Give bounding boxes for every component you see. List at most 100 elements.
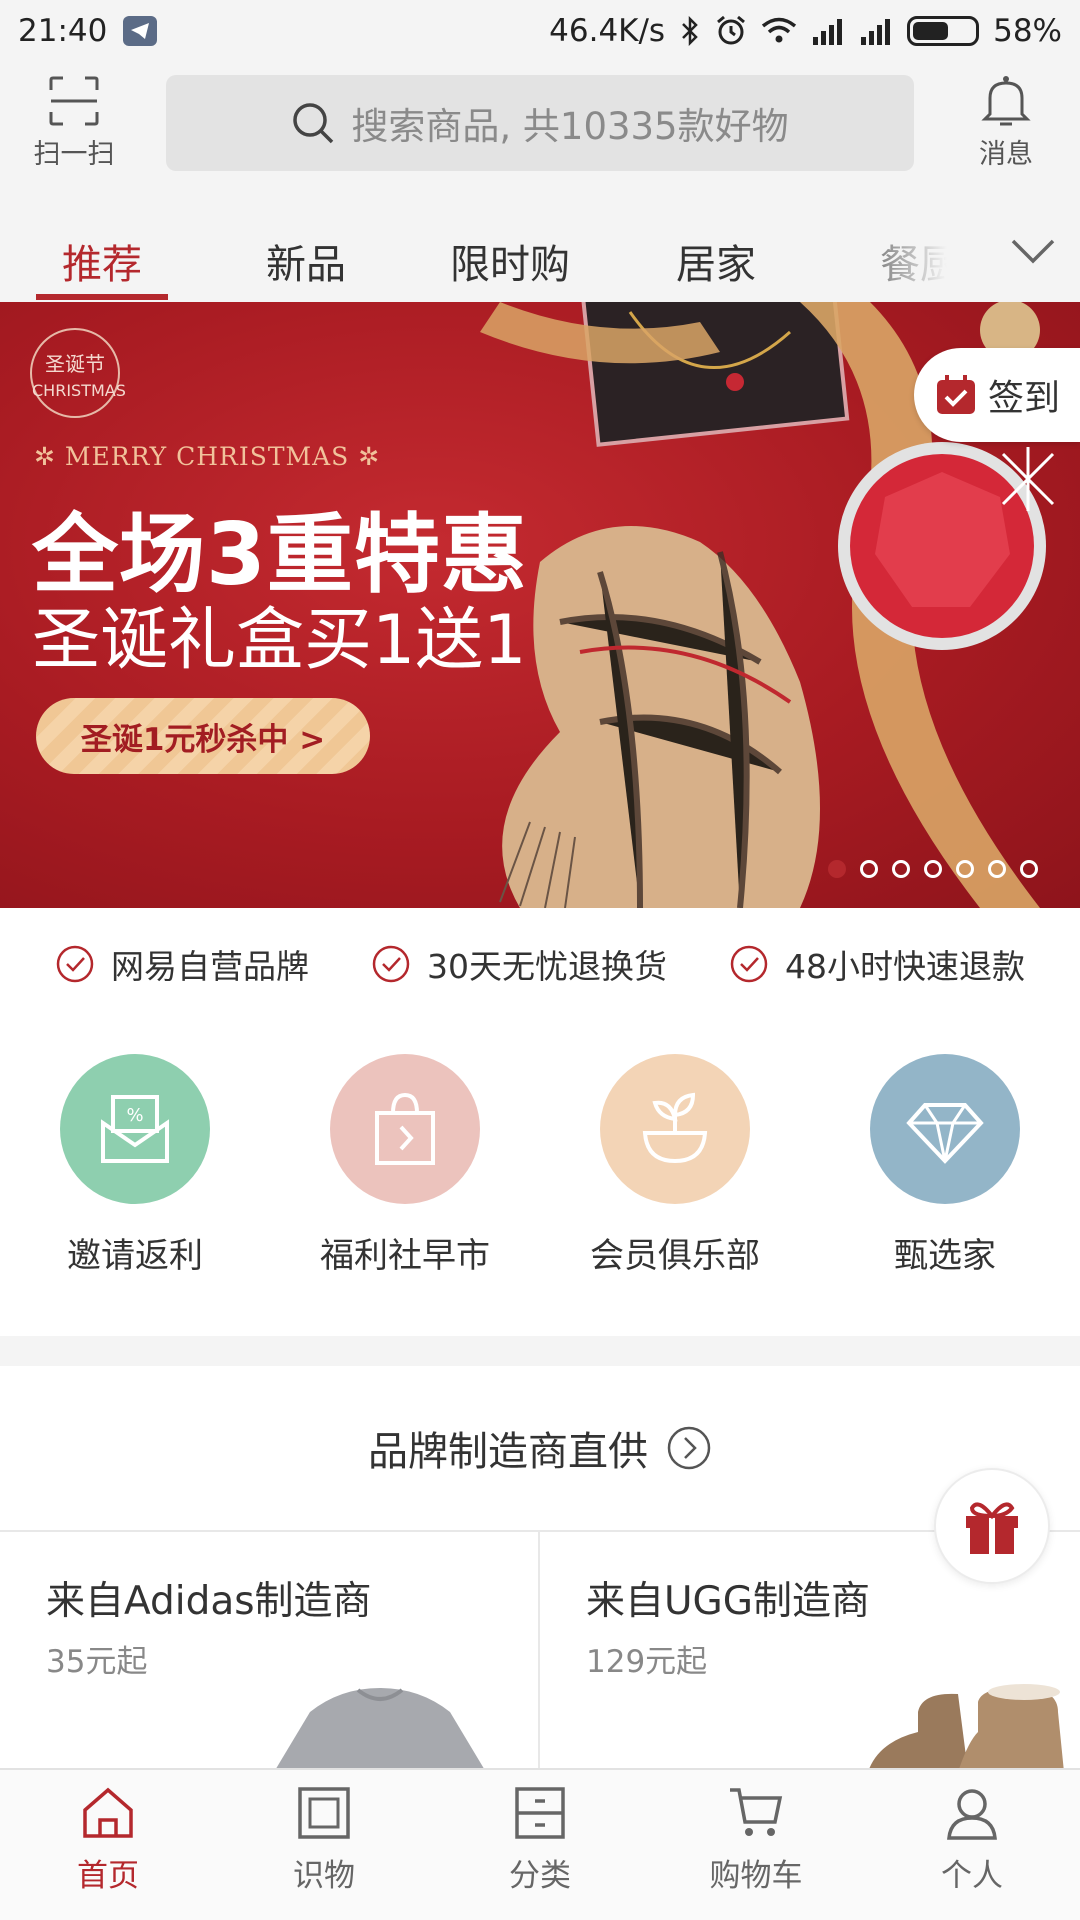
gift-icon bbox=[966, 1502, 1018, 1554]
shortcut-label: 福利社早市 bbox=[320, 1236, 490, 1276]
nav-label: 识物 bbox=[293, 1858, 355, 1894]
brand-cards: 来自Adidas制造商 35元起 来自UGG制造商 129元起 bbox=[0, 1532, 1080, 1768]
brand-card-adidas[interactable]: 来自Adidas制造商 35元起 bbox=[0, 1532, 540, 1768]
diamond-icon bbox=[870, 1054, 1020, 1204]
home-icon bbox=[83, 1787, 133, 1838]
carousel-dot[interactable] bbox=[860, 860, 878, 878]
banner-subheadline: 圣诞礼盒买1送1 bbox=[32, 601, 527, 680]
shortcut-grid: % 邀请返利 福利社早市 会员俱乐部 甄选家 bbox=[0, 1020, 1080, 1336]
shirt-image bbox=[276, 1688, 484, 1768]
promise-item: 30天无忧退换货 bbox=[371, 940, 667, 988]
shortcut-curator[interactable]: 甄选家 bbox=[835, 1054, 1055, 1277]
messages-button[interactable]: 消息 bbox=[958, 74, 1054, 171]
nav-cart[interactable]: 购物车 bbox=[648, 1770, 864, 1920]
tab-fade bbox=[870, 202, 980, 302]
signal-icon bbox=[861, 19, 891, 45]
section-divider bbox=[0, 1336, 1080, 1366]
bottom-nav: 首页 识物 分类 购物车 个人 bbox=[0, 1768, 1080, 1920]
tab-recommend[interactable]: 推荐 bbox=[62, 232, 142, 290]
badge-en: CHRISTMAS bbox=[32, 381, 126, 400]
active-tab-indicator bbox=[36, 294, 168, 300]
search-bar[interactable]: 搜索商品, 共10335款好物 bbox=[166, 75, 914, 171]
nav-label: 购物车 bbox=[709, 1858, 803, 1894]
check-circle-icon bbox=[372, 945, 410, 983]
shopping-bag-icon bbox=[330, 1054, 480, 1204]
promise-item: 48小时快速退款 bbox=[729, 940, 1025, 988]
nav-label: 首页 bbox=[77, 1858, 139, 1894]
category-drawer-icon bbox=[515, 1787, 565, 1839]
carousel-dot[interactable] bbox=[828, 860, 846, 878]
boots-image bbox=[869, 1684, 1064, 1768]
carousel-dot[interactable] bbox=[988, 860, 1006, 878]
promise-text: 48小时快速退款 bbox=[785, 947, 1025, 986]
network-speed: 46.4K/s bbox=[549, 13, 666, 49]
scan-button[interactable]: 扫一扫 bbox=[24, 74, 124, 171]
service-promises: 网易自营品牌 30天无忧退换货 48小时快速退款 bbox=[0, 908, 1080, 1020]
brand-section-title: 品牌制造商直供 bbox=[368, 1429, 648, 1475]
shortcut-welfare-market[interactable]: 福利社早市 bbox=[295, 1054, 515, 1277]
scan-label: 扫一扫 bbox=[33, 139, 115, 170]
promise-text: 网易自营品牌 bbox=[111, 947, 309, 986]
battery-percentage: 58% bbox=[993, 13, 1062, 49]
nav-category[interactable]: 分类 bbox=[432, 1770, 648, 1920]
promo-banner[interactable]: 圣诞节 CHRISTMAS ✲ MERRY CHRISTMAS ✲ 全场3重特惠… bbox=[0, 302, 1080, 908]
promise-item: 网易自营品牌 bbox=[55, 940, 309, 988]
signal-icon bbox=[813, 19, 843, 45]
shortcut-label: 邀请返利 bbox=[67, 1236, 203, 1276]
scan-icon bbox=[49, 76, 99, 126]
christmas-badge: 圣诞节 CHRISTMAS bbox=[30, 328, 126, 418]
check-circle-icon bbox=[56, 945, 94, 983]
calendar-check-icon bbox=[936, 375, 975, 414]
brand-card-title: 来自Adidas制造商 bbox=[46, 1579, 372, 1624]
banner-cta-button[interactable]: 圣诞1元秒杀中 > bbox=[36, 698, 370, 774]
chevron-right-circle-icon bbox=[667, 1426, 711, 1470]
eyebrow-text: MERRY CHRISTMAS bbox=[64, 442, 350, 471]
nav-profile[interactable]: 个人 bbox=[864, 1770, 1080, 1920]
cart-icon bbox=[730, 1788, 783, 1836]
person-icon bbox=[947, 1789, 997, 1840]
search-icon bbox=[293, 103, 334, 144]
shortcut-invite-rebate[interactable]: % 邀请返利 bbox=[25, 1054, 245, 1277]
gift-button[interactable] bbox=[934, 1468, 1050, 1584]
category-tabs: 推荐 新品 限时购 居家 餐厨 bbox=[0, 202, 1080, 302]
nav-label: 分类 bbox=[509, 1858, 571, 1894]
wifi-icon bbox=[761, 17, 797, 43]
status-bar: 21:40 46.4K/s 58% bbox=[0, 0, 1080, 62]
shortcut-member-club[interactable]: 会员俱乐部 bbox=[565, 1054, 785, 1277]
brand-card-title: 来自UGG制造商 bbox=[586, 1579, 870, 1624]
check-circle-icon bbox=[730, 945, 768, 983]
svg-text:%: % bbox=[126, 1105, 143, 1126]
square-frame-icon bbox=[298, 1787, 350, 1839]
carousel-dot[interactable] bbox=[892, 860, 910, 878]
brand-section-header[interactable]: 品牌制造商直供 bbox=[0, 1366, 1080, 1532]
brand-card-price: 129元起 bbox=[586, 1644, 708, 1680]
search-placeholder: 搜索商品, 共10335款好物 bbox=[351, 105, 789, 148]
sign-in-button[interactable]: 签到 bbox=[914, 348, 1080, 442]
sign-in-label: 签到 bbox=[987, 378, 1060, 419]
battery-icon bbox=[907, 16, 980, 46]
badge-cn: 圣诞节 bbox=[45, 352, 105, 376]
carousel-dot[interactable] bbox=[1020, 860, 1038, 878]
carousel-dot[interactable] bbox=[924, 860, 942, 878]
sprout-icon bbox=[600, 1054, 750, 1204]
nav-label: 个人 bbox=[941, 1858, 1003, 1894]
tab-new[interactable]: 新品 bbox=[266, 232, 346, 290]
tab-home[interactable]: 居家 bbox=[676, 232, 756, 290]
envelope-icon: % bbox=[60, 1054, 210, 1204]
tab-flash-sale[interactable]: 限时购 bbox=[450, 232, 570, 290]
bell-icon bbox=[981, 76, 1031, 126]
alarm-icon bbox=[717, 15, 746, 45]
banner-eyebrow: ✲ MERRY CHRISTMAS ✲ bbox=[34, 442, 381, 471]
carousel-dot[interactable] bbox=[956, 860, 974, 878]
chevron-down-icon[interactable] bbox=[1010, 236, 1056, 266]
app-header: 扫一扫 搜索商品, 共10335款好物 消息 bbox=[0, 62, 1080, 202]
telegram-icon bbox=[123, 16, 158, 46]
shortcut-label: 甄选家 bbox=[894, 1236, 996, 1276]
carousel-dots bbox=[828, 860, 1038, 878]
shortcut-label: 会员俱乐部 bbox=[590, 1236, 760, 1276]
nav-home[interactable]: 首页 bbox=[0, 1770, 216, 1920]
bluetooth-icon bbox=[682, 16, 698, 46]
nav-discover[interactable]: 识物 bbox=[216, 1770, 432, 1920]
messages-label: 消息 bbox=[979, 139, 1033, 170]
status-time: 21:40 bbox=[18, 13, 108, 49]
